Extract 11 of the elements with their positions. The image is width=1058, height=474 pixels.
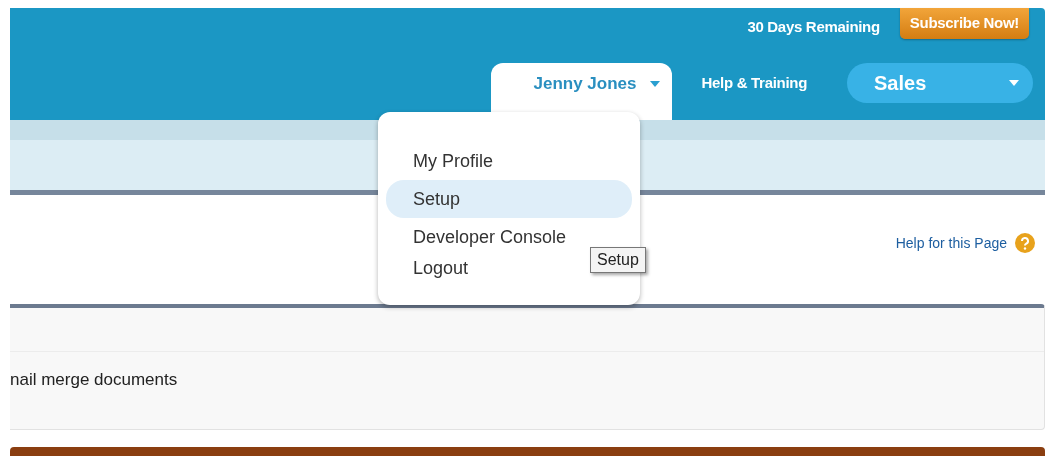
tooltip: Setup [590, 247, 646, 273]
help-icon [1015, 233, 1035, 253]
description-text: nail merge documents [10, 370, 178, 389]
trial-status: 30 Days Remaining [747, 18, 880, 35]
menu-item[interactable]: Developer Console [413, 225, 567, 249]
help-link[interactable]: Help for this Page [895, 235, 1007, 251]
menu-item[interactable]: Logout [413, 256, 469, 280]
menu-item[interactable]: Setup [386, 180, 632, 218]
caret-icon [650, 81, 661, 87]
menu-item[interactable]: My Profile [413, 149, 493, 173]
caret-icon [1009, 80, 1019, 86]
